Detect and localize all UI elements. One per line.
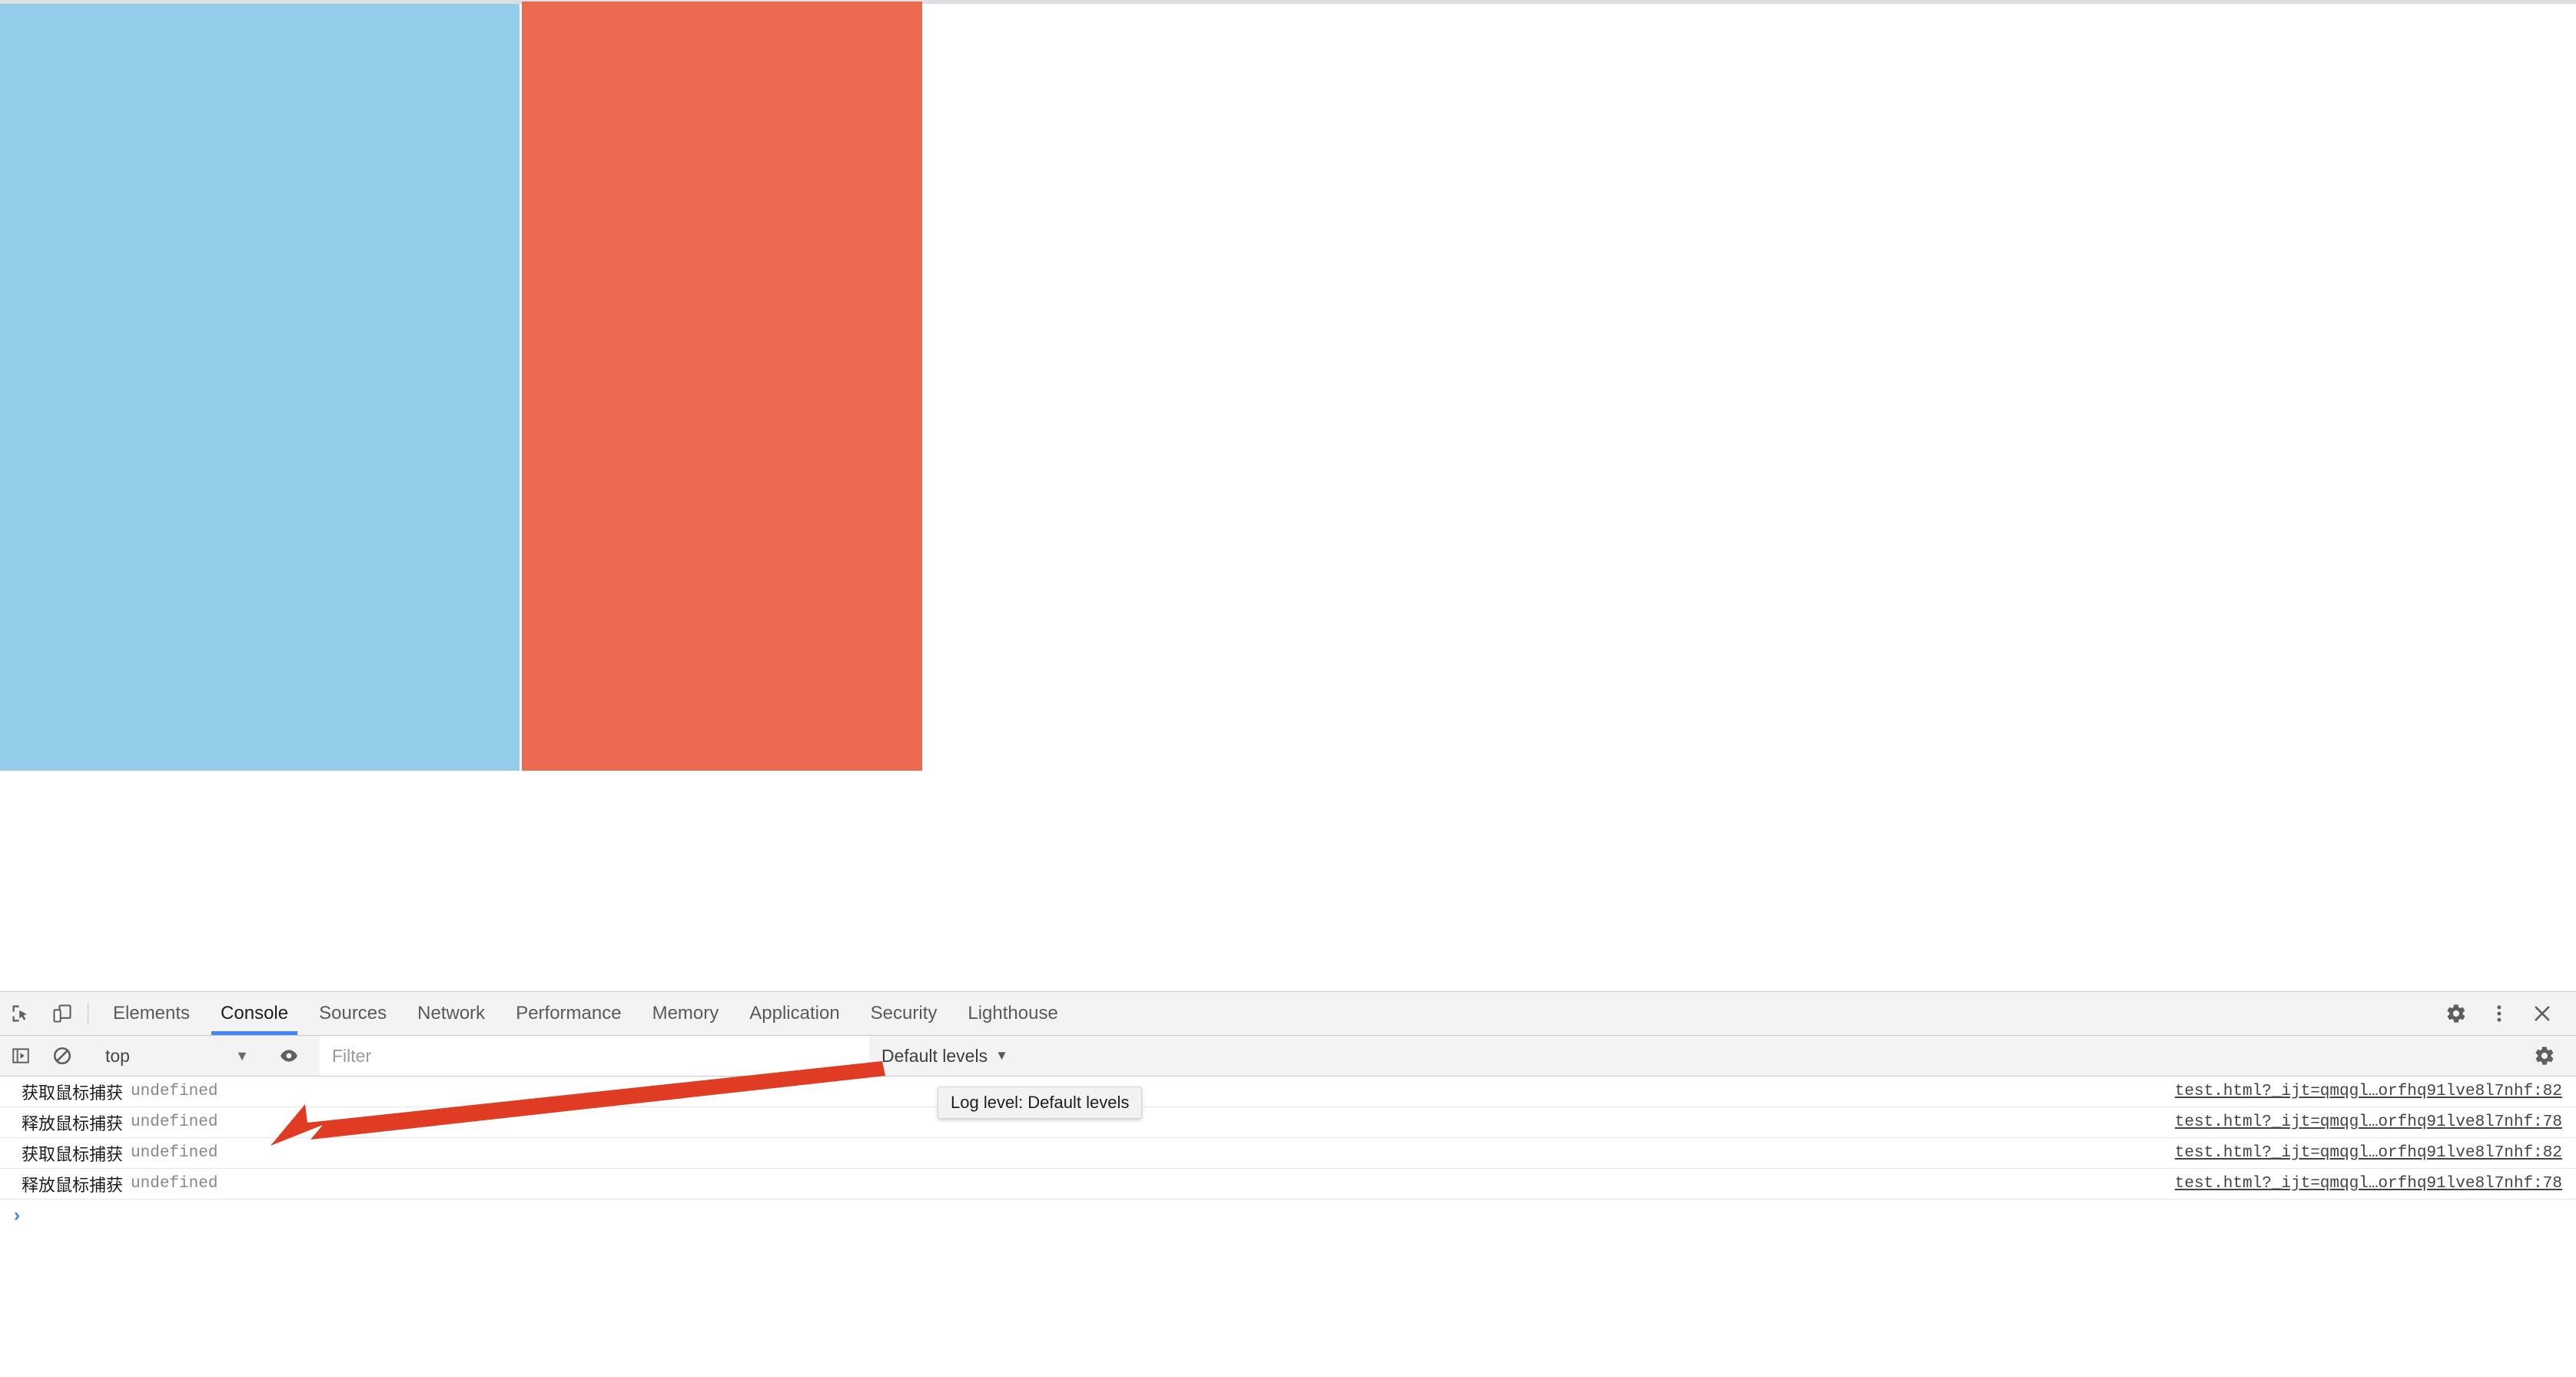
console-message-value: undefined: [131, 1175, 218, 1193]
tab-bar-right-controls: [2425, 992, 2576, 1035]
tab-security-label: Security: [870, 1003, 938, 1024]
tab-security[interactable]: Security: [855, 992, 953, 1035]
console-filter-input[interactable]: [320, 1036, 869, 1076]
console-filter-bar: top ▼ Default levels ▼: [0, 1036, 2576, 1077]
more-options-kebab-icon[interactable]: [2478, 992, 2521, 1035]
close-devtools-icon[interactable]: [2521, 992, 2564, 1035]
tab-lighthouse[interactable]: Lighthouse: [952, 992, 1073, 1035]
prompt-chevron-icon: ›: [14, 1205, 20, 1226]
tab-console[interactable]: Console: [205, 992, 304, 1035]
console-message-value: undefined: [131, 1144, 218, 1162]
console-message-text: 释放鼠标捕获: [22, 1113, 124, 1133]
tab-network[interactable]: Network: [402, 992, 500, 1035]
tab-performance[interactable]: Performance: [500, 992, 636, 1035]
log-level-label: Default levels: [881, 1045, 988, 1066]
tab-console-label: Console: [221, 1003, 289, 1024]
console-message-list: 获取鼠标捕获 undefined test.html?_ijt=qmqgl…or…: [0, 1077, 2576, 1232]
tab-elements-label: Elements: [113, 1003, 191, 1024]
tab-sources[interactable]: Sources: [304, 992, 402, 1035]
web-page-viewport: [0, 0, 2576, 991]
filter-bar-right-controls: [2514, 1036, 2576, 1076]
console-message-source-link[interactable]: test.html?_ijt=qmqgl…orfhq91lve8l7nhf:82: [2175, 1083, 2576, 1100]
tab-application[interactable]: Application: [734, 992, 855, 1035]
red-block[interactable]: [522, 2, 922, 771]
console-message-row[interactable]: 释放鼠标捕获 undefined test.html?_ijt=qmqgl…or…: [0, 1107, 2576, 1138]
tab-lighthouse-label: Lighthouse: [968, 1003, 1058, 1024]
execution-context-value: top: [105, 1045, 130, 1066]
tab-memory[interactable]: Memory: [637, 992, 735, 1035]
tab-elements[interactable]: Elements: [98, 992, 205, 1035]
console-message-row[interactable]: 获取鼠标捕获 undefined test.html?_ijt=qmqgl…or…: [0, 1138, 2576, 1169]
console-sidebar-toggle-icon[interactable]: [0, 1036, 41, 1076]
console-settings-gear-icon[interactable]: [2524, 1036, 2565, 1076]
tab-memory-label: Memory: [652, 1003, 719, 1024]
execution-context-select[interactable]: top ▼: [93, 1036, 258, 1076]
chevron-down-icon: ▼: [995, 1048, 1008, 1063]
console-message-row[interactable]: 获取鼠标捕获 undefined test.html?_ijt=qmqgl…or…: [0, 1077, 2576, 1107]
settings-gear-icon[interactable]: [2435, 992, 2478, 1035]
console-message-text: 释放鼠标捕获: [22, 1175, 124, 1195]
log-level-tooltip-text: Log level: Default levels: [951, 1093, 1130, 1112]
console-message-row[interactable]: 释放鼠标捕获 undefined test.html?_ijt=qmqgl…or…: [0, 1169, 2576, 1199]
console-message-source-link[interactable]: test.html?_ijt=qmqgl…orfhq91lve8l7nhf:78: [2175, 1113, 2576, 1131]
tab-sources-label: Sources: [319, 1003, 387, 1024]
console-message-source-link[interactable]: test.html?_ijt=qmqgl…orfhq91lve8l7nhf:82: [2175, 1144, 2576, 1162]
chevron-down-icon: ▼: [235, 1047, 249, 1063]
tab-network-label: Network: [417, 1003, 486, 1024]
console-message-source-link[interactable]: test.html?_ijt=qmqgl…orfhq91lve8l7nhf:78: [2175, 1175, 2576, 1193]
tab-application-label: Application: [749, 1003, 840, 1024]
blue-block[interactable]: [0, 4, 520, 771]
devtools-tab-bar: Elements Console Sources Network Perform…: [0, 992, 2576, 1036]
inspect-element-icon[interactable]: [0, 992, 41, 1035]
device-toolbar-icon[interactable]: [41, 992, 83, 1035]
console-message-value: undefined: [131, 1113, 218, 1131]
console-prompt[interactable]: ›: [0, 1199, 2576, 1232]
log-level-dropdown[interactable]: Default levels ▼: [869, 1036, 1019, 1076]
console-message-text: 获取鼠标捕获: [22, 1083, 124, 1103]
clear-console-icon[interactable]: [41, 1036, 83, 1076]
live-expression-eye-icon[interactable]: [268, 1036, 310, 1076]
console-message-text: 获取鼠标捕获: [22, 1144, 124, 1164]
devtools-tabs: Elements Console Sources Network Perform…: [98, 992, 1074, 1035]
tab-performance-label: Performance: [516, 1003, 622, 1024]
devtools-panel: Elements Console Sources Network Perform…: [0, 991, 2576, 1377]
log-level-tooltip: Log level: Default levels: [938, 1087, 1143, 1119]
console-message-value: undefined: [131, 1083, 218, 1100]
